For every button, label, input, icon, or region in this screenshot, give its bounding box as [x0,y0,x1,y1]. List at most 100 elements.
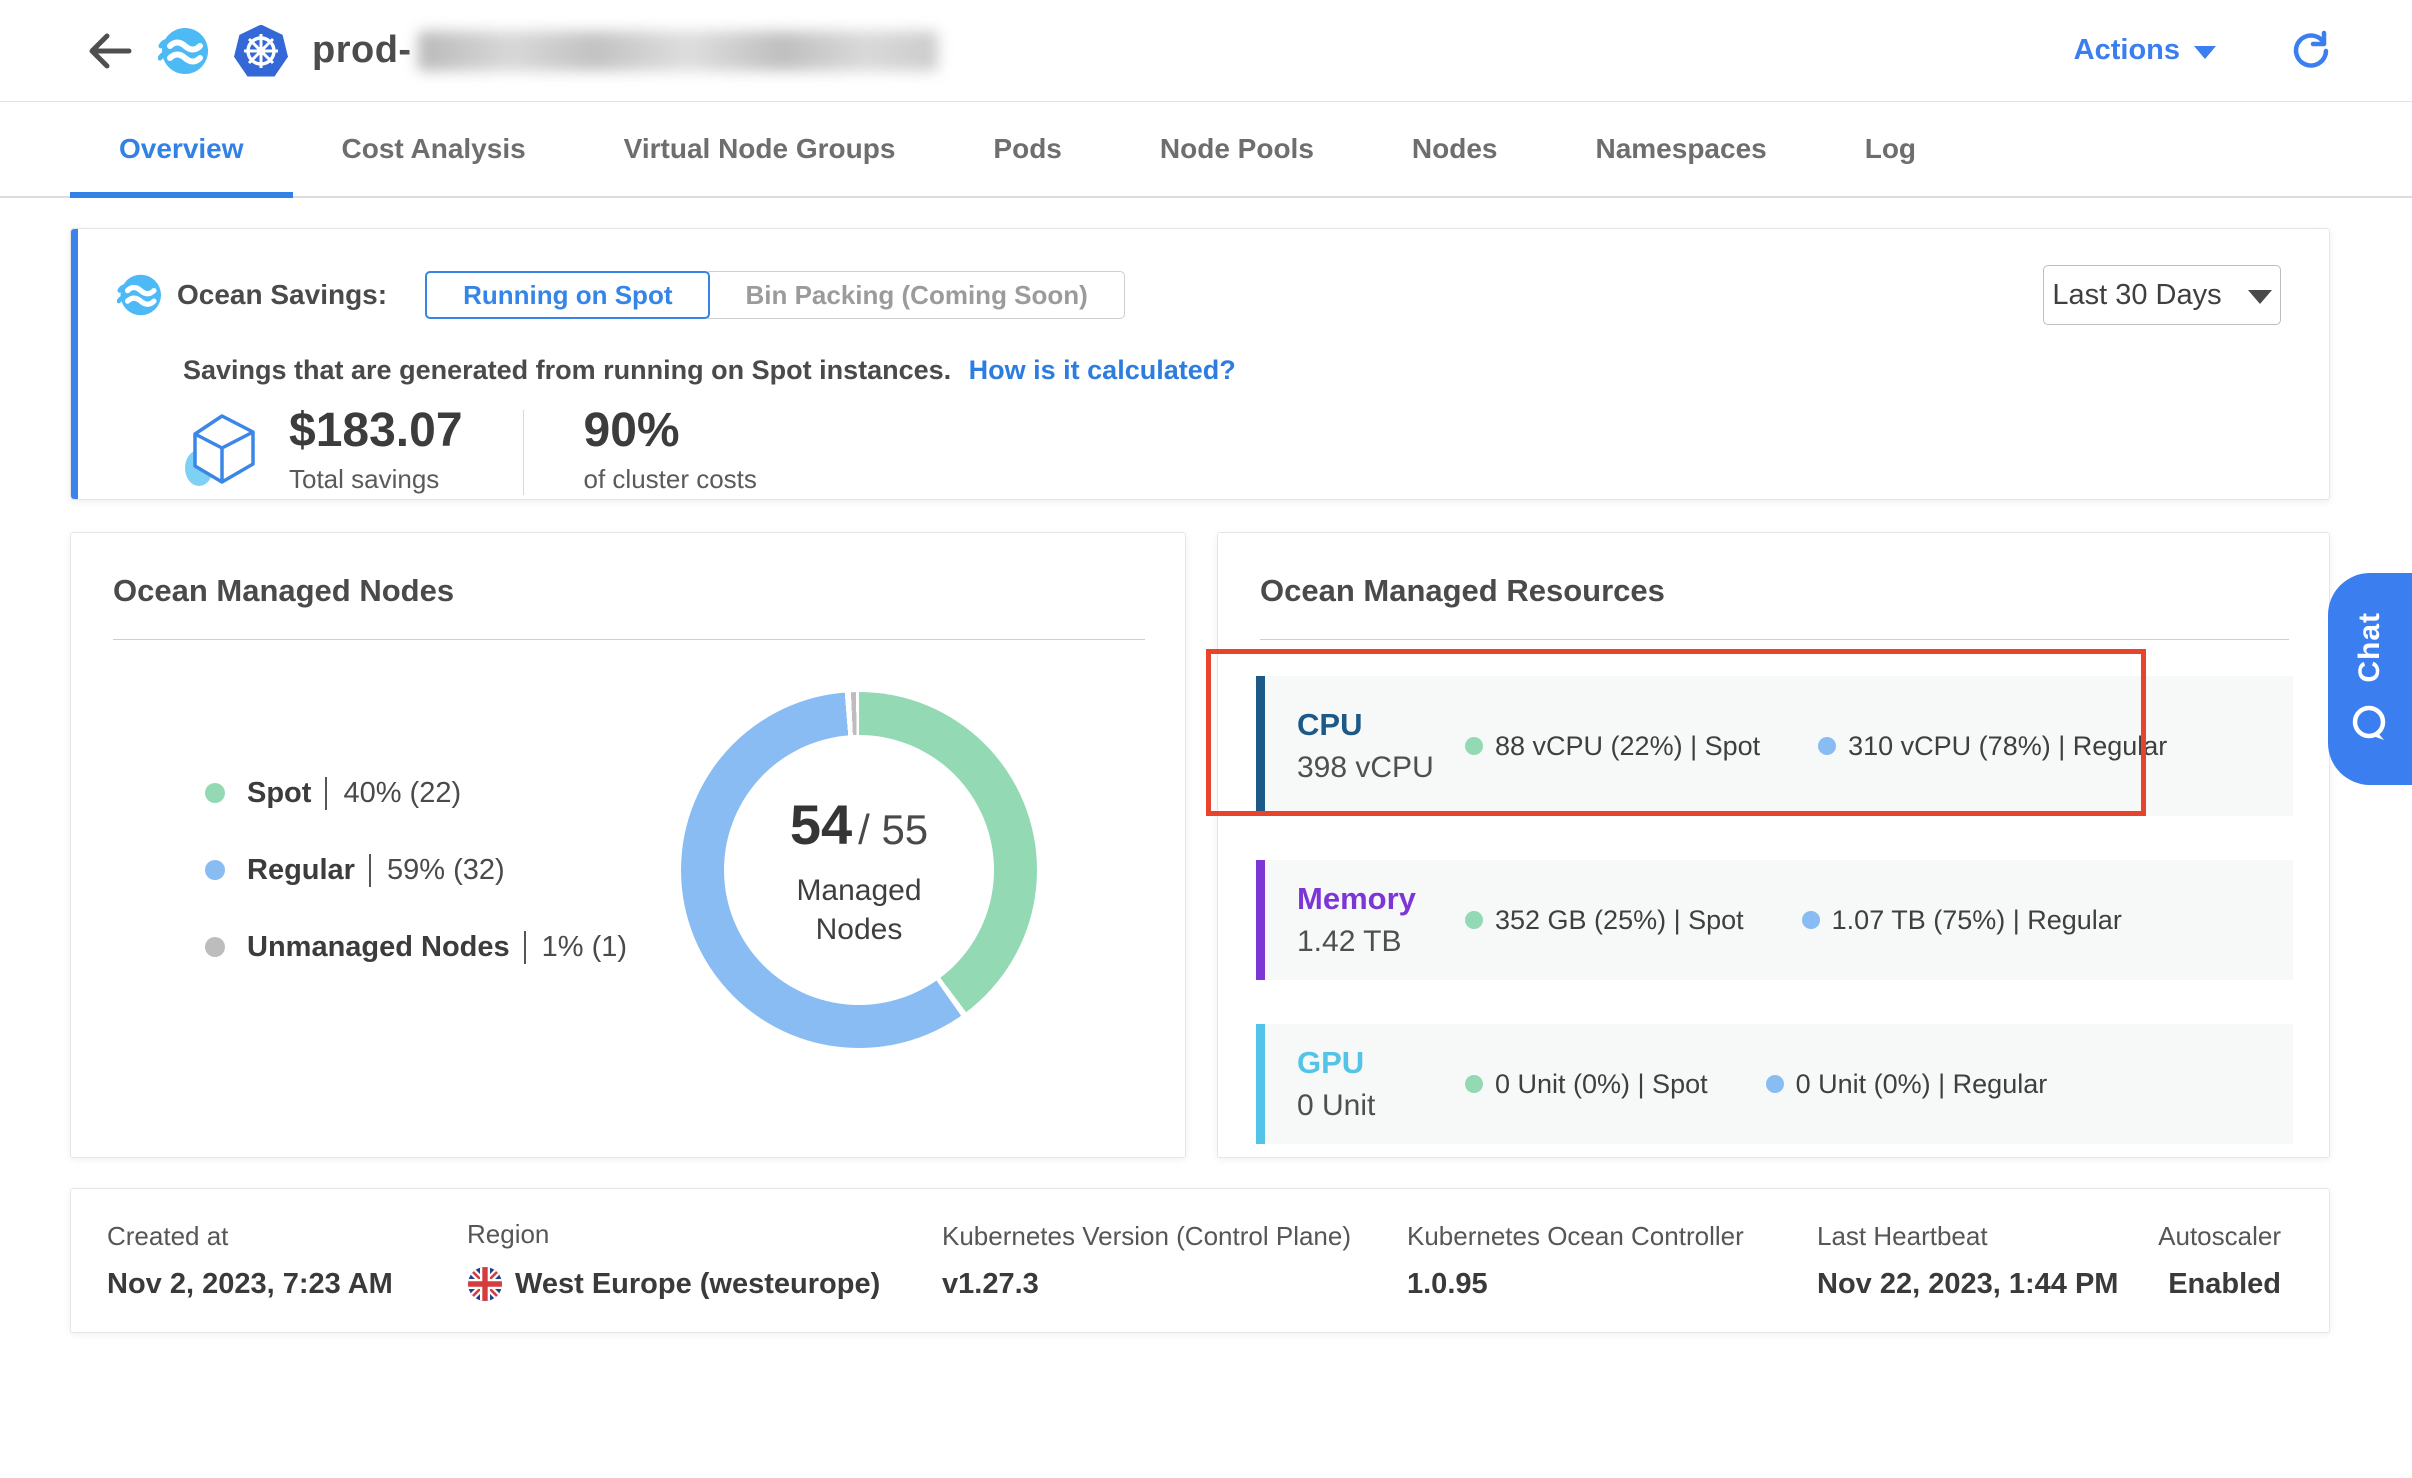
legend-item-spot: Spot 40% (22) [205,777,627,810]
spot-dot-icon [1465,1075,1483,1093]
unmanaged-dot-icon [205,937,225,957]
total-count: / 55 [858,806,928,854]
regular-dot-icon [1766,1075,1784,1093]
legend-label: Regular [247,854,355,887]
total-savings-label: Total savings [289,464,463,495]
tab-nodes[interactable]: Nodes [1363,102,1547,196]
spot-dot-icon [1465,737,1483,755]
cluster-info-bar: Created at Nov 2, 2023, 7:23 AM Region W… [70,1188,2330,1333]
legend-label: Spot [247,777,311,810]
chat-bubble-icon [2348,702,2392,746]
refresh-button[interactable] [2290,30,2332,72]
info-value: Nov 22, 2023, 1:44 PM [1817,1268,2158,1301]
legend-value: 40% (22) [325,777,461,810]
tab-pods[interactable]: Pods [944,102,1110,196]
period-dropdown[interactable]: Last 30 Days [2043,265,2281,325]
how-calculated-link[interactable]: How is it calculated? [969,355,1236,385]
info-autoscaler: Autoscaler Enabled [2158,1221,2281,1301]
donut-caption: Managed Nodes [769,871,949,949]
info-created-at: Created at Nov 2, 2023, 7:23 AM [107,1221,467,1301]
savings-description: Savings that are generated from running … [183,355,951,385]
total-savings-value: $183.07 [289,406,463,456]
resources-panel-title: Ocean Managed Resources [1218,533,2329,609]
cluster-cost-percent-label: of cluster costs [584,464,757,495]
cpu-label: CPU [1297,707,1465,743]
legend-label: Unmanaged Nodes [247,931,510,964]
cpu-accent-bar [1256,676,1265,816]
managed-nodes-donut-chart: 54 / 55 Managed Nodes [681,692,1037,1048]
resource-row-cpu: CPU 398 vCPU 88 vCPU (22%) | Spot 310 vC… [1256,676,2293,816]
legend-item-unmanaged: Unmanaged Nodes 1% (1) [205,931,627,964]
chevron-down-icon [2194,46,2216,59]
info-last-heartbeat: Last Heartbeat Nov 22, 2023, 1:44 PM [1817,1221,2158,1301]
info-label: Last Heartbeat [1817,1221,2158,1252]
tab-cost-analysis[interactable]: Cost Analysis [293,102,575,196]
info-label: Region [467,1219,942,1250]
chevron-down-icon [2248,290,2272,304]
tab-overview[interactable]: Overview [70,102,293,196]
actions-button[interactable]: Actions [2074,34,2216,67]
ocean-cluster-overview-page: prod- Actions Overview Cost Analysis Vir… [0,0,2412,1478]
spot-dot-icon [205,783,225,803]
regular-dot-icon [1818,737,1836,755]
page-title: prod- [312,29,412,72]
ocean-savings-label: Ocean Savings: [177,279,387,311]
spot-dot-icon [1465,911,1483,929]
top-bar: prod- Actions [0,0,2412,102]
info-k8s-version: Kubernetes Version (Control Plane) v1.27… [942,1221,1407,1301]
ocean-logo-icon [158,26,208,76]
managed-count: 54 [790,792,852,857]
gpu-regular-value: 0 Unit (0%) | Regular [1796,1069,2048,1100]
tab-node-pools[interactable]: Node Pools [1111,102,1363,196]
regular-dot-icon [1802,911,1820,929]
memory-total: 1.42 TB [1297,925,1465,959]
chat-label: Chat [2353,612,2387,683]
nodes-panel-title: Ocean Managed Nodes [71,533,1185,609]
info-label: Kubernetes Version (Control Plane) [942,1221,1407,1252]
redacted-cluster-name [418,31,938,71]
info-value: Enabled [2158,1268,2281,1301]
info-value: 1.0.95 [1407,1268,1817,1301]
memory-label: Memory [1297,881,1465,917]
back-arrow-icon[interactable] [84,29,136,73]
tab-bar: Overview Cost Analysis Virtual Node Grou… [0,102,2412,198]
tab-virtual-node-groups[interactable]: Virtual Node Groups [575,102,945,196]
ocean-managed-resources-panel: Ocean Managed Resources CPU 398 vCPU 88 … [1217,532,2330,1158]
regular-dot-icon [205,860,225,880]
vertical-divider [523,410,524,495]
total-savings-block: $183.07 Total savings [289,406,463,495]
cpu-total: 398 vCPU [1297,751,1465,785]
gpu-accent-bar [1256,1024,1265,1144]
info-label: Autoscaler [2158,1221,2281,1252]
info-ocean-controller: Kubernetes Ocean Controller 1.0.95 [1407,1221,1817,1301]
memory-regular-value: 1.07 TB (75%) | Regular [1832,905,2122,936]
cluster-cost-percent-value: 90% [584,406,757,456]
donut-center: 54 / 55 Managed Nodes [724,735,994,1005]
tab-log[interactable]: Log [1816,102,1965,196]
period-dropdown-value: Last 30 Days [2052,279,2221,312]
ocean-savings-icon [117,273,161,317]
memory-accent-bar [1256,860,1265,980]
legend-value: 59% (32) [369,854,505,887]
bin-packing-toggle[interactable]: Bin Packing (Coming Soon) [708,271,1124,319]
ocean-managed-nodes-panel: Ocean Managed Nodes Spot 40% (22) Regula… [70,532,1186,1158]
chat-button[interactable]: Chat [2328,573,2412,785]
kubernetes-logo-icon [234,25,288,77]
cpu-spot-value: 88 vCPU (22%) | Spot [1495,731,1760,762]
running-on-spot-toggle[interactable]: Running on Spot [425,271,710,319]
memory-spot-value: 352 GB (25%) | Spot [1495,905,1744,936]
info-label: Kubernetes Ocean Controller [1407,1221,1817,1252]
legend-value: 1% (1) [524,931,627,964]
gpu-total: 0 Unit [1297,1089,1465,1123]
resource-row-memory: Memory 1.42 TB 352 GB (25%) | Spot 1.07 … [1256,860,2293,980]
gpu-label: GPU [1297,1045,1465,1081]
actions-label: Actions [2074,34,2180,67]
savings-cube-icon [183,408,261,492]
cpu-regular-value: 310 vCPU (78%) | Regular [1848,731,2167,762]
panel-accent-bar [71,229,78,499]
legend-item-regular: Regular 59% (32) [205,854,627,887]
nodes-legend: Spot 40% (22) Regular 59% (32) Unmanaged… [205,733,627,1008]
ocean-savings-panel: Ocean Savings: Running on Spot Bin Packi… [70,228,2330,500]
info-value: v1.27.3 [942,1268,1407,1301]
tab-namespaces[interactable]: Namespaces [1546,102,1815,196]
